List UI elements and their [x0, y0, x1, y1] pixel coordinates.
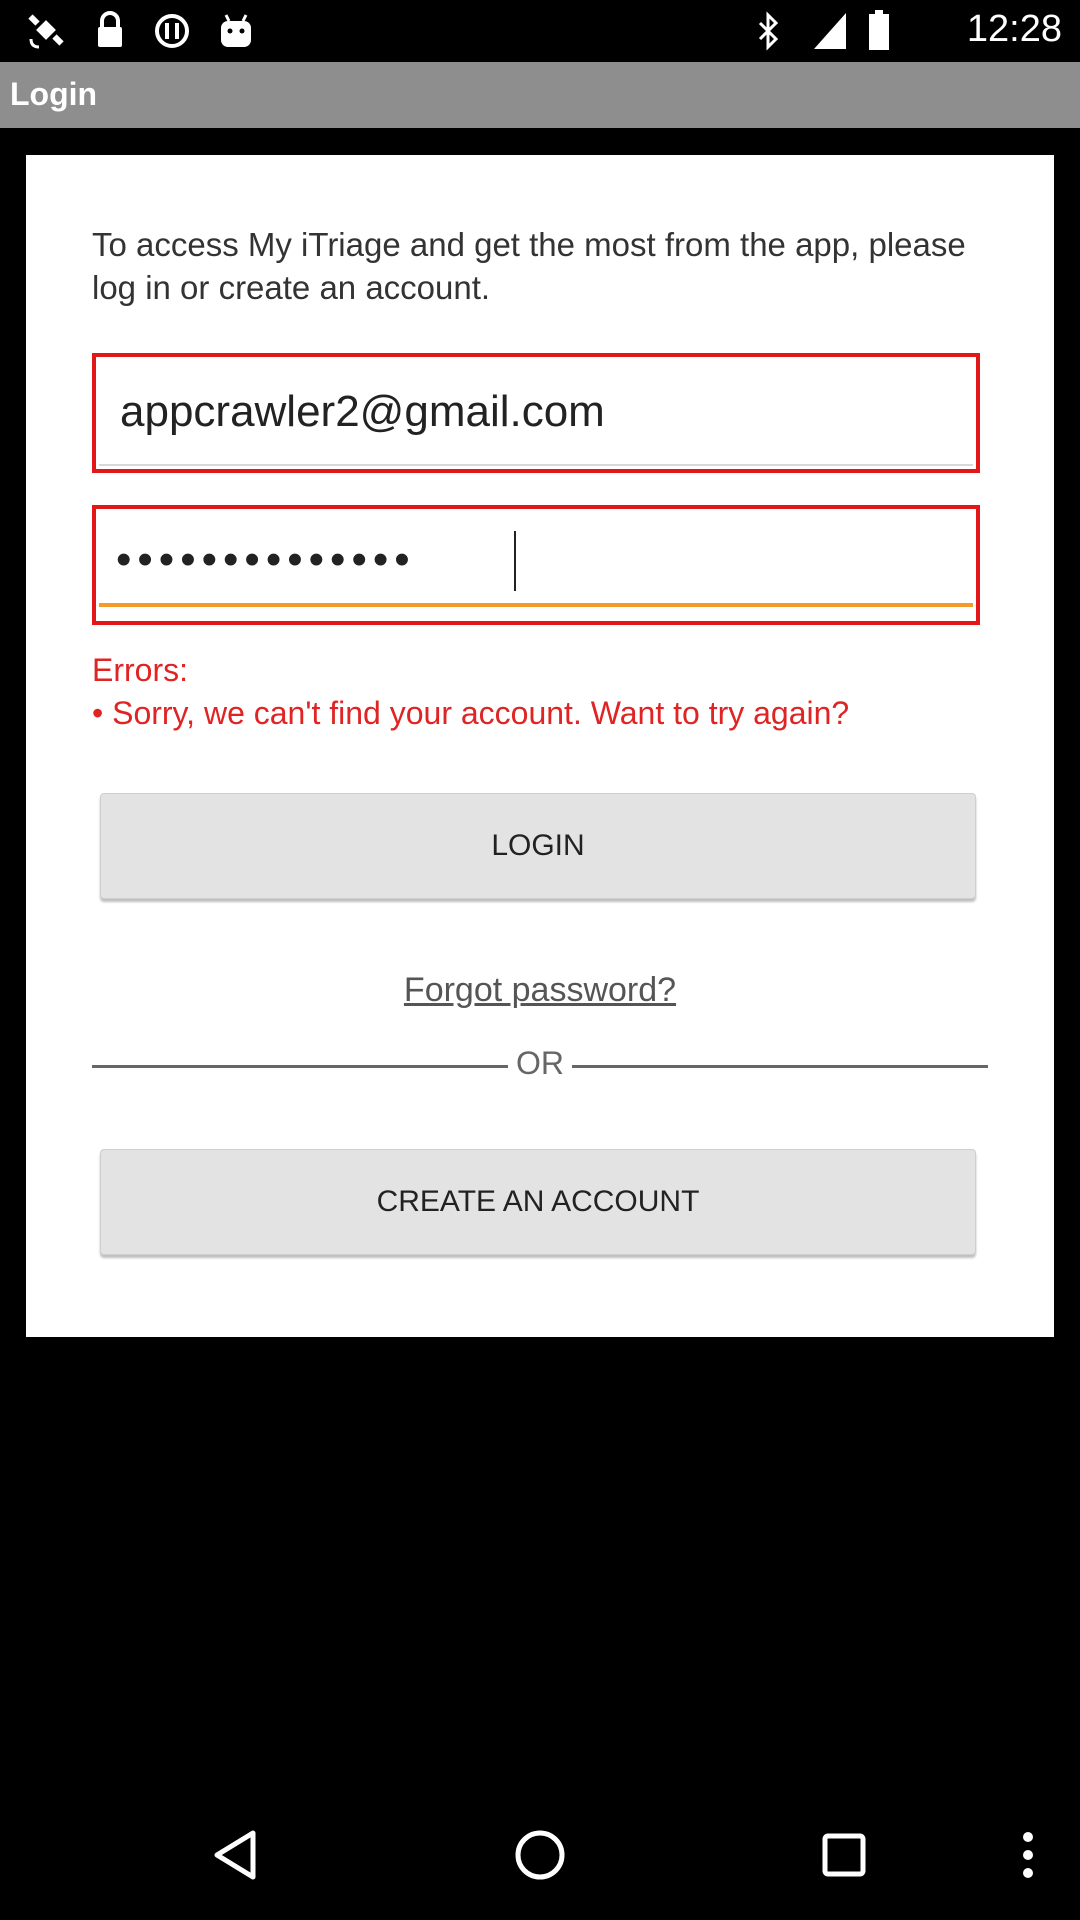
page-title: Login [10, 76, 98, 112]
info-icon [152, 10, 192, 52]
battery-icon [864, 10, 894, 52]
recents-icon[interactable] [794, 1810, 894, 1900]
email-field[interactable]: appcrawler2@gmail.com [92, 353, 980, 473]
home-icon[interactable] [490, 1810, 590, 1900]
text-cursor [514, 531, 516, 591]
forgot-password-link[interactable]: Forgot password? [26, 971, 1054, 1010]
navigation-bar [0, 1790, 1080, 1920]
errors-label: Errors: [92, 652, 188, 688]
action-bar: Login [0, 62, 1080, 128]
back-icon[interactable] [186, 1810, 286, 1900]
signal-icon [810, 10, 850, 52]
email-value: appcrawler2@gmail.com [120, 387, 605, 436]
menu-icon[interactable] [978, 1810, 1078, 1900]
error-message: • Sorry, we can't find your account. Wan… [92, 695, 850, 731]
password-value: •••••••••••••• [116, 535, 416, 584]
android-icon [214, 10, 258, 52]
fake-gps-icon [24, 10, 70, 52]
error-block: Errors: • Sorry, we can't find your acco… [92, 649, 849, 735]
status-bar: 12:28 [0, 0, 1080, 62]
create-account-button[interactable]: CREATE AN ACCOUNT [100, 1149, 976, 1255]
or-divider: OR [92, 1045, 988, 1085]
password-field[interactable]: •••••••••••••• [92, 505, 980, 625]
lock-icon [90, 10, 130, 52]
status-time: 12:28 [966, 8, 1062, 50]
bluetooth-icon [752, 10, 786, 52]
intro-text: To access My iTriage and get the most fr… [92, 226, 966, 306]
login-button[interactable]: LOGIN [100, 793, 976, 899]
or-label: OR [516, 1045, 564, 1081]
login-card: To access My iTriage and get the most fr… [26, 155, 1054, 1337]
